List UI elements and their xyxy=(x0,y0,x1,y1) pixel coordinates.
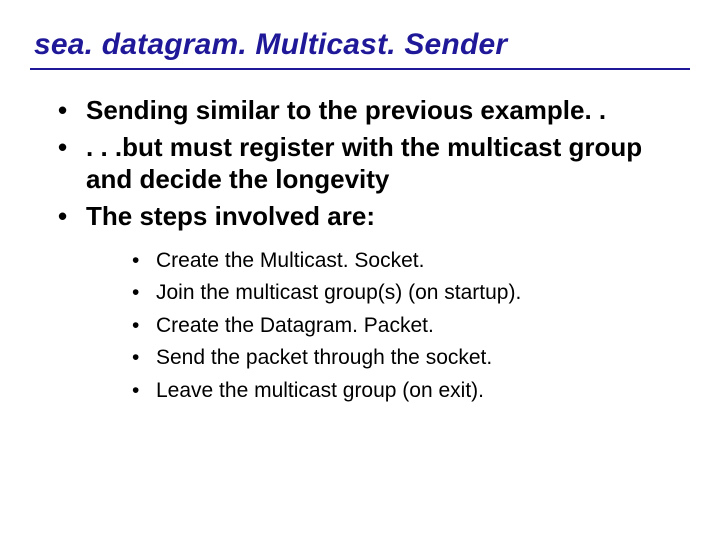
list-item: Send the packet through the socket. xyxy=(132,343,670,373)
list-item: . . .but must register with the multicas… xyxy=(58,131,670,196)
list-item: Create the Datagram. Packet. xyxy=(132,311,670,341)
slide: sea. datagram. Multicast. Sender Sending… xyxy=(0,0,720,540)
list-item-text: The steps involved are: xyxy=(86,201,375,231)
list-item: The steps involved are: Create the Multi… xyxy=(58,200,670,407)
sub-bullet-list: Create the Multicast. Socket. Join the m… xyxy=(86,246,670,406)
title-underline xyxy=(30,68,690,70)
slide-title: sea. datagram. Multicast. Sender xyxy=(34,28,690,62)
list-item: Join the multicast group(s) (on startup)… xyxy=(132,278,670,308)
list-item: Sending similar to the previous example.… xyxy=(58,94,670,127)
list-item: Create the Multicast. Socket. xyxy=(132,246,670,276)
main-bullet-list: Sending similar to the previous example.… xyxy=(30,94,690,406)
list-item: Leave the multicast group (on exit). xyxy=(132,376,670,406)
